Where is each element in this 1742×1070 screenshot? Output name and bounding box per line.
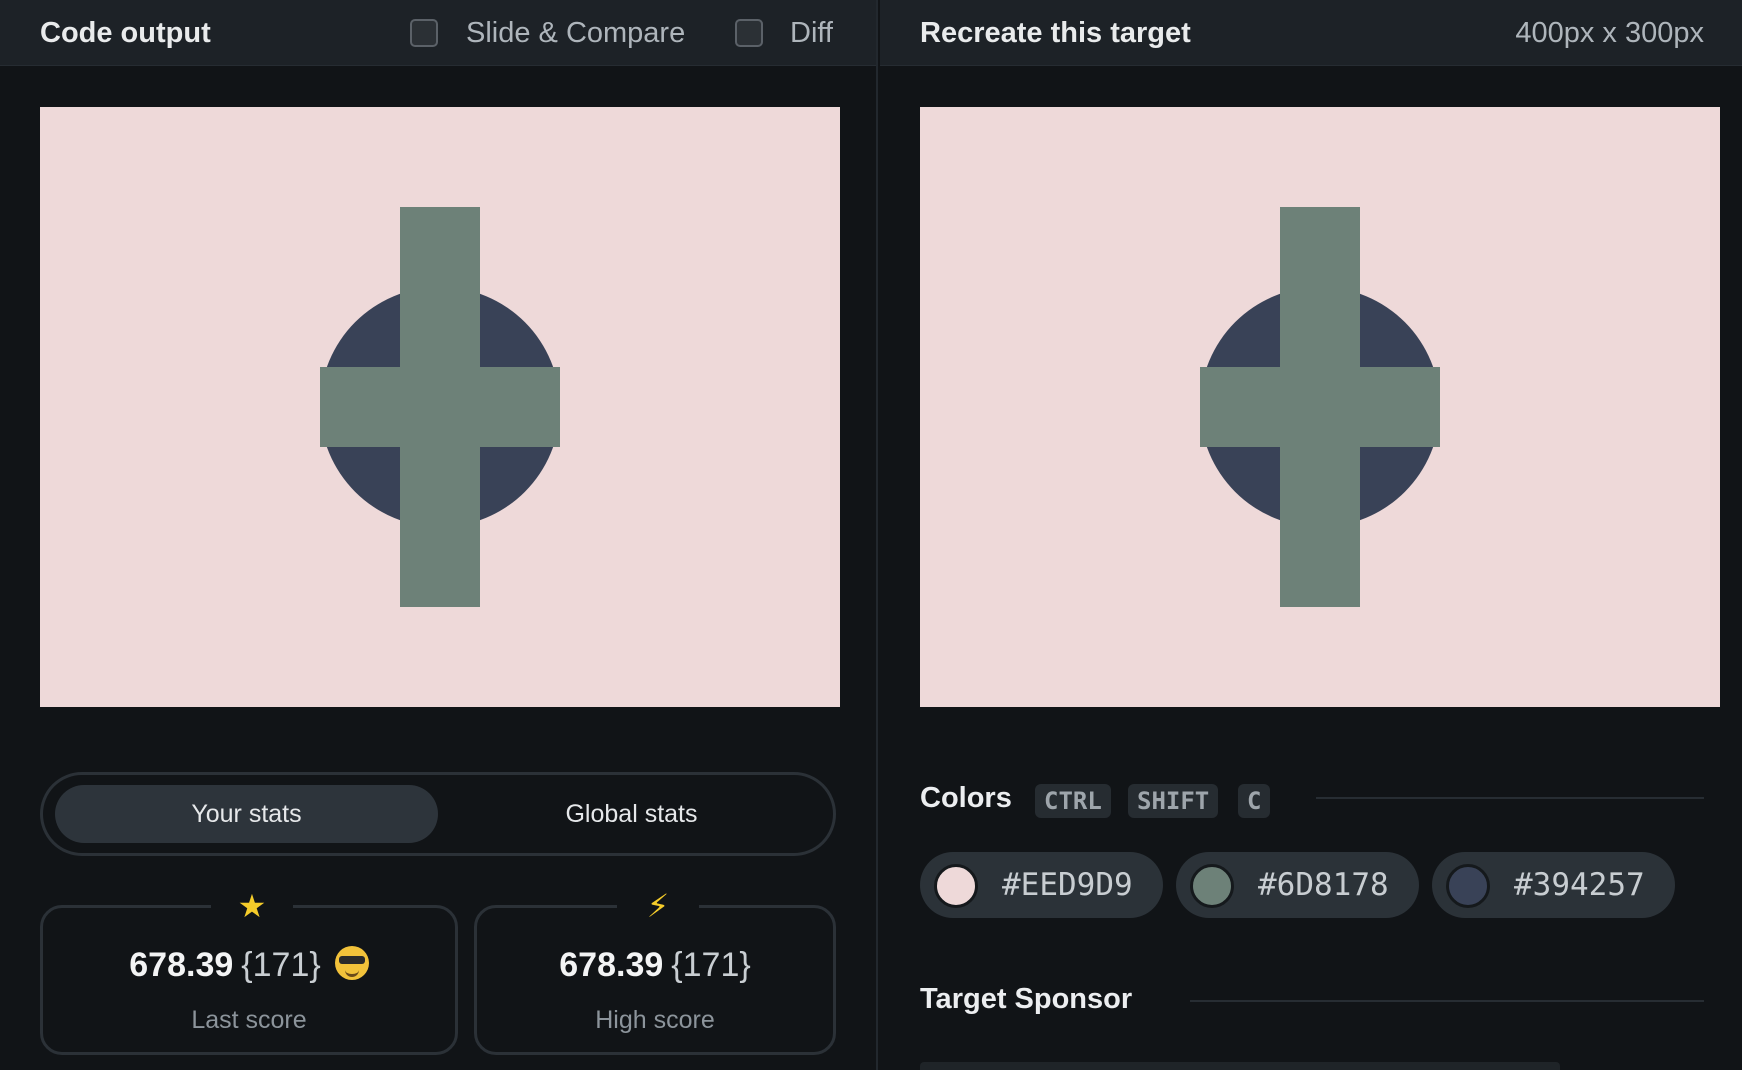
last-score-card: ★ 678.39 {171} Last score (40, 886, 458, 1055)
output-cross-horizontal (320, 367, 560, 447)
high-score-label: High score (595, 1006, 715, 1034)
shortcut-key-ctrl: CTRL (1035, 784, 1111, 818)
target-sponsor-title: Target Sponsor (920, 983, 1133, 1015)
code-output-header: Code output Slide & Compare Diff (0, 0, 876, 66)
diff-label[interactable]: Diff (790, 17, 833, 50)
code-output-panel: Code output Slide & Compare Diff Your st… (0, 0, 878, 1070)
colors-divider (1316, 797, 1704, 799)
tab-global-stats[interactable]: Global stats (440, 785, 823, 843)
target-title: Recreate this target (920, 17, 1191, 49)
slide-compare-checkbox[interactable] (410, 19, 438, 47)
diff-checkbox[interactable] (735, 19, 763, 47)
target-panel: Recreate this target 400px x 300px Color… (880, 0, 1742, 1070)
color-dot-3 (1446, 864, 1490, 908)
lightning-icon: ⚡ (617, 886, 699, 926)
last-score-value: 678.39 (129, 946, 234, 984)
star-icon: ★ (211, 886, 293, 926)
stats-toggle: Your stats Global stats (40, 772, 836, 856)
slide-compare-label[interactable]: Slide & Compare (466, 17, 685, 50)
last-score-count: {171} (241, 946, 321, 984)
color-hex-2: #6D8178 (1258, 867, 1389, 903)
color-dot-2 (1190, 864, 1234, 908)
sponsor-card[interactable] (920, 1062, 1560, 1070)
sunglasses-emoji-icon (334, 946, 369, 980)
tab-your-stats[interactable]: Your stats (55, 785, 438, 843)
color-hex-1: #EED9D9 (1002, 867, 1133, 903)
high-score-card: ⚡ 678.39 {171} High score (474, 886, 836, 1055)
shortcut-key-shift: SHIFT (1128, 784, 1219, 818)
last-score-label: Last score (191, 1006, 307, 1034)
target-cross-horizontal (1200, 367, 1440, 447)
color-dot-1 (934, 864, 978, 908)
code-output-title: Code output (40, 17, 211, 49)
color-swatch-2[interactable]: #6D8178 (1176, 852, 1419, 918)
shortcut-key-c: C (1238, 784, 1271, 818)
colors-title: Colors (920, 782, 1012, 814)
color-hex-3: #394257 (1514, 867, 1645, 903)
target-canvas (920, 107, 1720, 707)
target-header: Recreate this target 400px x 300px (880, 0, 1742, 66)
high-score-value: 678.39 (559, 946, 664, 984)
target-dimensions: 400px x 300px (1515, 17, 1704, 49)
color-swatch-1[interactable]: #EED9D9 (920, 852, 1163, 918)
high-score-count: {171} (671, 946, 751, 984)
code-output-canvas[interactable] (40, 107, 840, 707)
color-swatch-3[interactable]: #394257 (1432, 852, 1675, 918)
sponsor-divider (1190, 1000, 1704, 1002)
